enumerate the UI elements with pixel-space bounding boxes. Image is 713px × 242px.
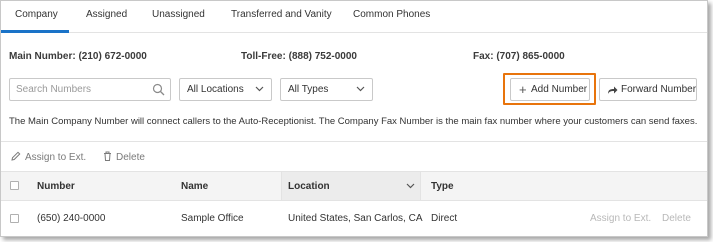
plus-icon: + xyxy=(519,82,527,97)
type-filter-select[interactable]: All Types xyxy=(280,78,373,101)
location-filter-select[interactable]: All Locations xyxy=(179,78,272,101)
row-number: (650) 240-0000 xyxy=(37,213,106,224)
main-number-value: (210) 672-0000 xyxy=(78,51,147,62)
column-header-location[interactable]: Location xyxy=(288,181,330,192)
add-number-label: Add Number xyxy=(531,84,588,95)
chevron-down-icon xyxy=(356,86,365,92)
search-input[interactable] xyxy=(16,82,146,97)
forward-number-label: Forward Number xyxy=(621,84,697,95)
company-numbers-description: The Main Company Number will connect cal… xyxy=(9,116,698,127)
tab-unassigned[interactable]: Unassigned xyxy=(152,9,205,20)
fax-value: (707) 865-0000 xyxy=(496,51,565,62)
toll-free-value: (888) 752-0000 xyxy=(288,51,357,62)
delete-action[interactable]: Delete xyxy=(103,151,145,163)
main-number-label: Main Number: xyxy=(9,51,76,62)
assign-to-ext-action[interactable]: Assign to Ext. xyxy=(11,151,86,163)
search-icon[interactable] xyxy=(152,83,165,96)
column-header-number[interactable]: Number xyxy=(37,181,75,192)
table-header: Number Name Location Type xyxy=(1,171,707,201)
delete-label: Delete xyxy=(116,152,145,163)
tab-common-phones[interactable]: Common Phones xyxy=(353,9,430,20)
phone-numbers-panel: Company Assigned Unassigned Transferred … xyxy=(0,0,708,237)
fax-number: Fax: (707) 865-0000 xyxy=(473,51,565,62)
tab-assigned[interactable]: Assigned xyxy=(86,9,127,20)
row-type: Direct xyxy=(431,213,458,224)
table-row: (650) 240-0000 Sample Office United Stat… xyxy=(1,201,707,235)
row-name: Sample Office xyxy=(181,213,244,224)
location-filter-value: All Locations xyxy=(187,84,244,95)
row-checkbox[interactable] xyxy=(10,214,19,223)
toll-free-number: Toll-Free: (888) 752-0000 xyxy=(241,51,357,62)
tab-transferred-and-vanity[interactable]: Transferred and Vanity xyxy=(231,9,332,20)
main-number: Main Number: (210) 672-0000 xyxy=(9,51,147,62)
active-tab-indicator xyxy=(1,30,69,33)
search-box xyxy=(9,78,171,101)
row-location: United States, San Carlos, CA xyxy=(288,213,423,224)
tab-company[interactable]: Company xyxy=(15,9,58,20)
forward-number-button[interactable]: Forward Number xyxy=(599,78,697,101)
toll-free-label: Toll-Free: xyxy=(241,51,286,62)
forward-arrow-icon xyxy=(608,86,618,94)
divider xyxy=(1,141,707,142)
trash-icon xyxy=(104,151,111,161)
row-assign-to-ext-link[interactable]: Assign to Ext. xyxy=(590,213,651,224)
row-delete-link[interactable]: Delete xyxy=(662,213,691,224)
add-number-button[interactable]: + Add Number xyxy=(510,78,590,101)
assign-to-ext-label: Assign to Ext. xyxy=(25,152,87,163)
type-filter-value: All Types xyxy=(288,84,329,95)
column-header-name[interactable]: Name xyxy=(181,181,208,192)
select-all-checkbox[interactable] xyxy=(10,181,19,190)
chevron-down-icon xyxy=(255,86,264,92)
tab-bar: Company Assigned Unassigned Transferred … xyxy=(1,1,707,33)
sort-chevron-icon[interactable] xyxy=(406,183,415,189)
pencil-icon xyxy=(11,151,21,161)
fax-label: Fax: xyxy=(473,51,494,62)
column-header-type[interactable]: Type xyxy=(431,181,454,192)
